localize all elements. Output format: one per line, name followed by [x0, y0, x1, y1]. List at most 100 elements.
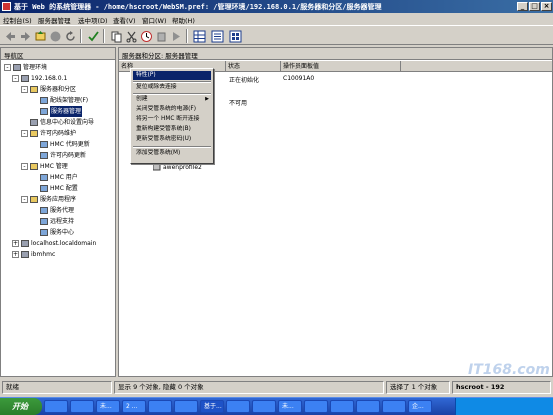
column-status[interactable]: 状态 [226, 61, 281, 72]
collapse-icon[interactable]: - [12, 75, 19, 82]
copy-icon[interactable] [109, 29, 122, 43]
forward-icon[interactable] [18, 29, 31, 42]
expand-icon[interactable]: + [12, 251, 19, 258]
check-icon[interactable] [86, 29, 99, 42]
tree-item[interactable]: - 管理环境 [1, 62, 115, 73]
menu-selected[interactable]: 选中项(D) [78, 15, 108, 25]
ctx-properties-label: 特性(P) [136, 72, 156, 78]
taskbar-item[interactable]: 基于... [200, 400, 224, 413]
tree-item[interactable]: - HMC 管理 [1, 161, 115, 172]
minimize-button[interactable]: _ [517, 2, 528, 11]
column-operator-panel[interactable]: 操作员面板值 [281, 61, 401, 72]
taskbar-item[interactable]: 未... [278, 400, 302, 413]
tree-item-label: HMC 代码更新 [50, 141, 90, 148]
taskbar-item[interactable] [174, 400, 198, 413]
collapse-icon[interactable]: - [21, 86, 28, 93]
app-icon [2, 2, 11, 11]
collapse-icon[interactable]: - [21, 196, 28, 203]
clock-icon[interactable] [139, 29, 152, 42]
tree-item[interactable]: HMC 配置 [1, 183, 115, 194]
tree-item[interactable]: HMC 用户 [1, 172, 115, 183]
tree-item[interactable]: - 192.168.0.1 [1, 73, 115, 84]
tree-item[interactable]: - 服务应用程序 [1, 194, 115, 205]
list-icon[interactable] [210, 29, 224, 43]
expand-icon[interactable]: + [12, 240, 19, 247]
tree-item[interactable]: 服务中心 [1, 227, 115, 238]
tree-node-icon [40, 229, 48, 236]
tree-item[interactable]: 服务代理 [1, 205, 115, 216]
tree-item[interactable]: - 服务器和分区 [1, 84, 115, 95]
tree-item[interactable]: - 许可内码维护 [1, 128, 115, 139]
ctx-update-password[interactable]: 更新受管系统密码(U) [133, 135, 211, 144]
taskbar-item[interactable]: 企... [408, 400, 432, 413]
tree-item[interactable]: 远程支持 [1, 216, 115, 227]
tree-item[interactable]: 信息中心和设置向导 [1, 117, 115, 128]
up-icon[interactable] [33, 29, 46, 42]
tile-icon[interactable] [228, 29, 242, 43]
system-tray [455, 398, 553, 415]
ctx-add-system-label: 添加受管系统(M) [136, 150, 181, 156]
cut-icon[interactable] [124, 29, 137, 43]
tree-item[interactable]: + ibmhmc [1, 249, 115, 260]
refresh-icon[interactable] [63, 29, 76, 42]
menu-view[interactable]: 查看(V) [113, 15, 136, 25]
ctx-create[interactable]: 创建 ▶ [133, 95, 211, 104]
back-icon[interactable] [3, 29, 16, 42]
ctx-add-system[interactable]: 添加受管系统(M) [133, 149, 211, 158]
taskbar-item[interactable] [330, 400, 354, 413]
ctx-reset-connection[interactable]: 复位或除去连接 [133, 83, 211, 92]
status-object-count: 显示 9 个对象, 隐藏 0 个对象 [114, 381, 384, 394]
taskbar-item[interactable]: 2 ... [122, 400, 146, 413]
row-2-status: 不可用 [229, 100, 248, 107]
toolbar [0, 25, 553, 45]
grid-icon[interactable] [192, 29, 206, 43]
taskbar-item[interactable] [226, 400, 250, 413]
tree-item-label: ibmhmc [31, 251, 56, 258]
ctx-power-off[interactable]: 关闭受管系统的电源(F) [133, 105, 211, 114]
tree-item[interactable]: 许可内码更新 [1, 150, 115, 161]
tree-node-icon [40, 207, 48, 214]
tree-item-label: HMC 管理 [40, 163, 68, 170]
menu-console[interactable]: 控制台(S) [3, 15, 32, 25]
collapse-icon[interactable]: - [4, 64, 11, 71]
tree-item-label: 服务器管理 [50, 106, 83, 117]
close-button[interactable]: × [541, 2, 552, 11]
taskbar-item[interactable] [304, 400, 328, 413]
delete-icon[interactable] [154, 29, 167, 42]
taskbar-item[interactable] [382, 400, 406, 413]
maximize-button[interactable]: □ [529, 2, 540, 11]
menu-help[interactable]: 帮助(H) [172, 15, 195, 25]
tree-item-label: 服务代理 [50, 207, 75, 214]
collapse-icon[interactable]: - [21, 130, 28, 137]
ctx-rebuild[interactable]: 重新构建受管系统(B) [133, 125, 211, 134]
taskbar-item[interactable] [70, 400, 94, 413]
taskbar-item[interactable]: 未... [96, 400, 120, 413]
tree-item[interactable]: 配线架管理(F) [1, 95, 115, 106]
taskbar-item[interactable] [252, 400, 276, 413]
tree-node-icon [30, 130, 38, 137]
tree-node-icon [40, 97, 48, 104]
profile-label[interactable]: awenprofile2 [163, 164, 202, 171]
start-button[interactable]: 开始 [0, 398, 42, 415]
collapse-icon[interactable]: - [21, 163, 28, 170]
ctx-properties[interactable]: 特性(P) [133, 71, 211, 80]
taskbar-item[interactable] [44, 400, 68, 413]
tree-item[interactable]: HMC 代码更新 [1, 139, 115, 150]
ctx-disconnect-hmc[interactable]: 将另一个 HMC 断开连接 [133, 115, 211, 124]
menu-window[interactable]: 窗口(W) [142, 15, 167, 25]
taskbar-item[interactable] [148, 400, 172, 413]
window-title: 基于 Web 的系统管理器 - /home/hscroot/WebSM.pref… [14, 3, 382, 11]
play-icon[interactable] [169, 29, 182, 42]
menu-server-management[interactable]: 服务器管理 [38, 15, 71, 25]
tree-item-label: localhost.localdomain [31, 240, 97, 247]
tree-item[interactable]: 服务器管理 [1, 106, 115, 117]
stop-icon[interactable] [48, 29, 61, 42]
tree-item[interactable]: + localhost.localdomain [1, 238, 115, 249]
tree-node-icon [21, 251, 29, 258]
taskbar-item[interactable] [356, 400, 380, 413]
ctx-create-label: 创建 [136, 96, 148, 102]
taskbar: 开始 未... 2 ... 基于... 未... 企... [0, 397, 553, 415]
tree-item-label: HMC 用户 [50, 174, 78, 181]
content-title: 服务器和分区: 服务器管理 [122, 52, 198, 60]
tree-node-icon [40, 218, 48, 225]
